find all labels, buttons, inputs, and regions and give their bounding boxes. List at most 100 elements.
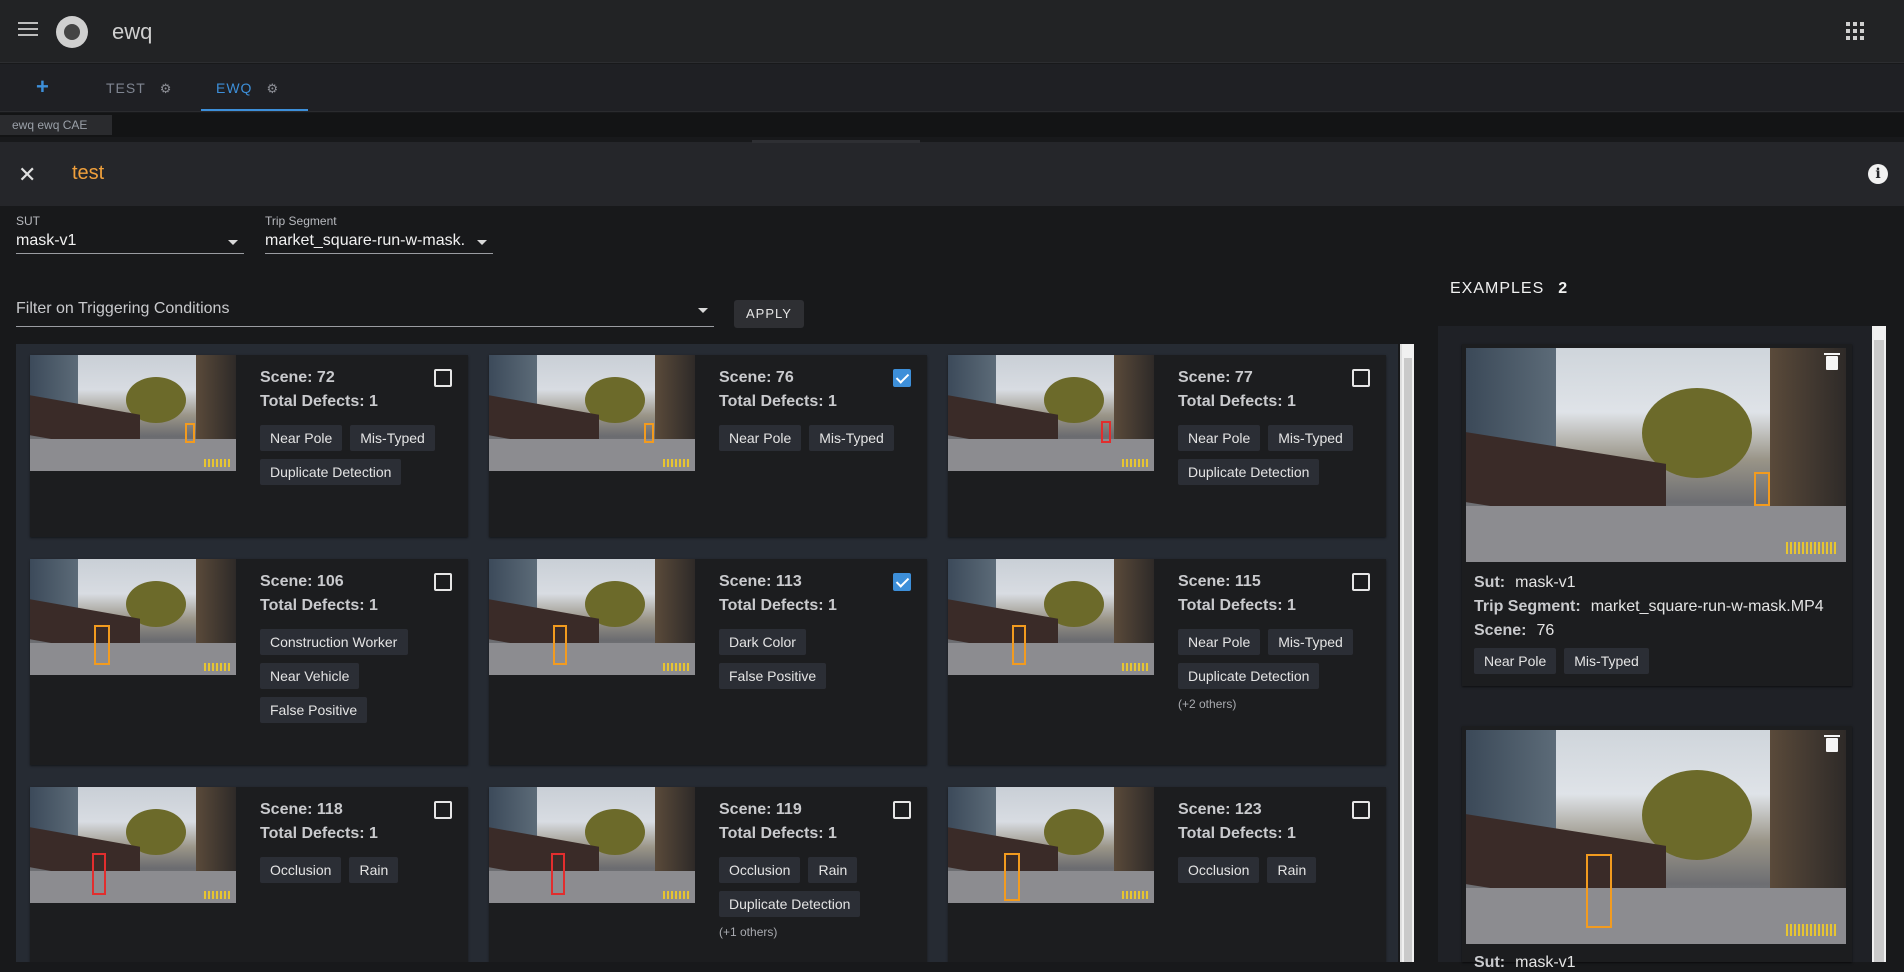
example-sut: Sut: mask-v1 xyxy=(1474,954,1576,971)
tag-chip: Mis-Typed xyxy=(809,425,894,451)
add-tab-button[interactable]: + xyxy=(36,74,49,100)
scene-number: Scene: 106 xyxy=(260,573,344,590)
tag-chip: Rain xyxy=(808,857,858,883)
scene-card[interactable]: Scene: 72 Total Defects: 1 Near Pole Mis-Ty… xyxy=(30,355,468,537)
tag-chip: Near Pole xyxy=(1178,425,1261,451)
scene-thumbnail[interactable] xyxy=(948,355,1154,471)
scene-card[interactable]: Scene: 77 Total Defects: 1 Near Pole Mis-Ty… xyxy=(948,355,1386,537)
trash-icon[interactable] xyxy=(1824,353,1840,370)
bounding-box xyxy=(1101,421,1111,443)
tag-list: Construction Worker Near Vehicle False Pos… xyxy=(260,629,460,723)
bounding-box xyxy=(551,853,565,895)
scene-thumbnail[interactable] xyxy=(489,355,695,471)
example-image xyxy=(1466,348,1846,562)
scene-card[interactable]: Scene: 118 Total Defects: 1 Occlusion Rain xyxy=(30,787,468,962)
scene-thumbnail[interactable] xyxy=(489,559,695,675)
scene-card[interactable]: Scene: 115 Total Defects: 1 Near Pole Mis-T… xyxy=(948,559,1386,765)
tag-chip: False Positive xyxy=(719,663,827,689)
scene-checkbox[interactable] xyxy=(1352,369,1370,387)
gear-icon[interactable]: ⚙ xyxy=(266,81,279,96)
tag-chip: Near Vehicle xyxy=(260,663,360,689)
close-icon[interactable]: ✕ xyxy=(18,162,36,188)
hamburger-menu-icon[interactable] xyxy=(18,22,38,38)
scene-number: Scene: 123 xyxy=(1178,801,1262,818)
total-defects: Total Defects: 1 xyxy=(260,597,378,614)
tag-chip: Occlusion xyxy=(1178,857,1260,883)
total-defects: Total Defects: 1 xyxy=(719,597,837,614)
tab-ewq[interactable]: EWQ ⚙ xyxy=(216,80,279,97)
tag-chip: Construction Worker xyxy=(260,629,408,655)
scene-grid-scrollbar[interactable] xyxy=(1400,344,1414,962)
scene-checkbox[interactable] xyxy=(893,801,911,819)
tag-chip: Occlusion xyxy=(719,857,801,883)
scene-card[interactable]: Scene: 113 Total Defects: 1 Dark Color Fals… xyxy=(489,559,927,765)
apply-button[interactable]: APPLY xyxy=(734,300,804,328)
sub-tab[interactable]: ewq ewq CAE xyxy=(0,115,112,135)
examples-title: EXAMPLES xyxy=(1450,280,1545,297)
scene-checkbox[interactable] xyxy=(893,573,911,591)
total-defects: Total Defects: 1 xyxy=(1178,825,1296,842)
examples-header: EXAMPLES 2 xyxy=(1450,280,1568,298)
chevron-down-icon xyxy=(477,240,487,245)
scene-checkbox[interactable] xyxy=(1352,801,1370,819)
scene-card[interactable]: Scene: 106 Total Defects: 1 Construction W… xyxy=(30,559,468,765)
examples-scrollbar[interactable] xyxy=(1872,326,1886,962)
trip-segment-select[interactable]: Trip Segment market_square-run-w-mask. xyxy=(265,214,493,254)
tag-chip: Near Pole xyxy=(1474,648,1557,674)
scene-number: Scene: 118 xyxy=(260,801,343,818)
example-tags: Near Pole Mis-Typed xyxy=(1474,648,1649,674)
tag-chip: Mis-Typed xyxy=(350,425,435,451)
tag-chip: Near Pole xyxy=(1178,629,1261,655)
bounding-box xyxy=(94,625,110,665)
example-card[interactable]: Sut: mask-v1 Trip Segment: market_square-r… xyxy=(1462,344,1852,686)
tag-chip: Mis-Typed xyxy=(1564,648,1649,674)
total-defects: Total Defects: 1 xyxy=(719,825,837,842)
scene-checkbox[interactable] xyxy=(434,369,452,387)
examples-count: 2 xyxy=(1558,280,1569,297)
example-card[interactable]: Sut: mask-v1 xyxy=(1462,726,1852,971)
drag-handle[interactable] xyxy=(752,140,920,143)
scene-card[interactable]: Scene: 123 Total Defects: 1 Occlusion Rain xyxy=(948,787,1386,962)
tag-chip: Duplicate Detection xyxy=(1178,459,1320,485)
bounding-box xyxy=(1004,853,1020,901)
scene-thumbnail[interactable] xyxy=(489,787,695,903)
sut-select[interactable]: SUT mask-v1 xyxy=(16,214,244,254)
example-sut: Sut: mask-v1 xyxy=(1474,574,1576,591)
bounding-box xyxy=(92,853,106,895)
tag-chip: Mis-Typed xyxy=(1268,425,1353,451)
total-defects: Total Defects: 1 xyxy=(260,825,378,842)
example-trip-segment: Trip Segment: market_square-run-w-mask.MP… xyxy=(1474,598,1824,615)
scene-thumbnail[interactable] xyxy=(30,787,236,903)
triggering-conditions-filter[interactable]: Filter on Triggering Conditions xyxy=(16,300,229,318)
trash-icon[interactable] xyxy=(1824,735,1840,752)
scene-checkbox[interactable] xyxy=(893,369,911,387)
gear-icon[interactable]: ⚙ xyxy=(160,81,173,96)
scene-thumbnail[interactable] xyxy=(30,559,236,675)
scene-checkbox[interactable] xyxy=(434,573,452,591)
tag-list: Near Pole Mis-Typed xyxy=(719,425,919,451)
tag-chip: Dark Color xyxy=(719,629,806,655)
sub-tab-bar: ewq ewq CAE xyxy=(0,113,1904,137)
scene-thumbnail[interactable] xyxy=(948,787,1154,903)
tab-test[interactable]: TEST ⚙ xyxy=(106,80,172,97)
tag-chip: Rain xyxy=(349,857,399,883)
example-scene: Scene: 76 xyxy=(1474,622,1555,639)
app-title: ewq xyxy=(112,19,153,44)
scene-card[interactable]: Scene: 119 Total Defects: 1 Occlusion Rain D… xyxy=(489,787,927,962)
filter-underline xyxy=(16,326,714,327)
tag-list: Near Pole Mis-Typed Duplicate Detection xyxy=(1178,425,1378,485)
scene-grid: Scene: 72 Total Defects: 1 Near Pole Mis-Ty… xyxy=(16,344,1398,962)
scene-thumbnail[interactable] xyxy=(948,559,1154,675)
bounding-box xyxy=(1012,625,1026,665)
chevron-down-icon[interactable] xyxy=(698,308,708,313)
info-icon[interactable]: i xyxy=(1868,164,1888,184)
scene-thumbnail[interactable] xyxy=(30,355,236,471)
scene-checkbox[interactable] xyxy=(434,801,452,819)
scene-card[interactable]: Scene: 76 Total Defects: 1 Near Pole Mis-Ty… xyxy=(489,355,927,537)
chevron-down-icon xyxy=(228,240,238,245)
scene-number: Scene: 72 xyxy=(260,369,335,386)
scene-number: Scene: 113 xyxy=(719,573,802,590)
scene-checkbox[interactable] xyxy=(1352,573,1370,591)
more-tags-count: (+2 others) xyxy=(1178,697,1237,711)
apps-grid-icon[interactable] xyxy=(1846,22,1864,40)
